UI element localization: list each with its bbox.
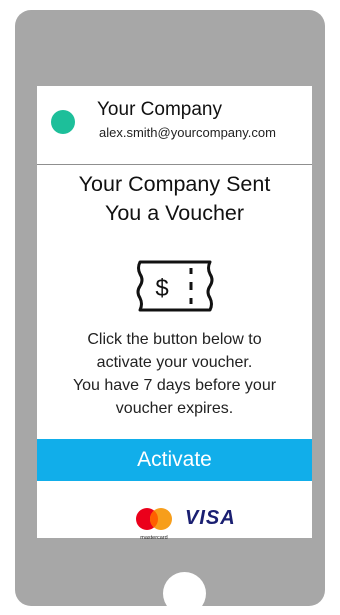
voucher-ticket-icon: $ [136,260,214,312]
payment-logos: mastercard VISA [37,504,312,544]
instructions-line-3: You have 7 days before your [72,377,277,394]
voucher-instructions: Click the button below to activate your … [37,328,312,420]
sender-company-name: Your Company [97,99,222,120]
instructions-line-2: activate your voucher. [96,354,253,371]
sender-header: Your Company alex.smith@yourcompany.com [37,86,312,146]
mastercard-logo-icon: mastercard [136,508,172,541]
dollar-sign: $ [155,275,168,302]
activate-button[interactable]: Activate [37,439,312,481]
phone-frame: Your Company alex.smith@yourcompany.com … [15,10,325,615]
email-screen: Your Company alex.smith@yourcompany.com … [37,86,312,541]
headline-line-2: You a Voucher [104,201,245,225]
divider [37,164,312,165]
sender-avatar [51,110,75,134]
voucher-headline: Your Company Sent You a Voucher [37,170,312,228]
mastercard-caption: mastercard [140,535,168,541]
headline-line-1: Your Company Sent [78,172,271,196]
instructions-line-4: voucher expires. [115,400,234,417]
sender-email: alex.smith@yourcompany.com [99,125,276,140]
instructions-line-1: Click the button below to [87,331,262,348]
home-button[interactable] [163,572,206,615]
visa-logo: VISA [185,507,236,529]
